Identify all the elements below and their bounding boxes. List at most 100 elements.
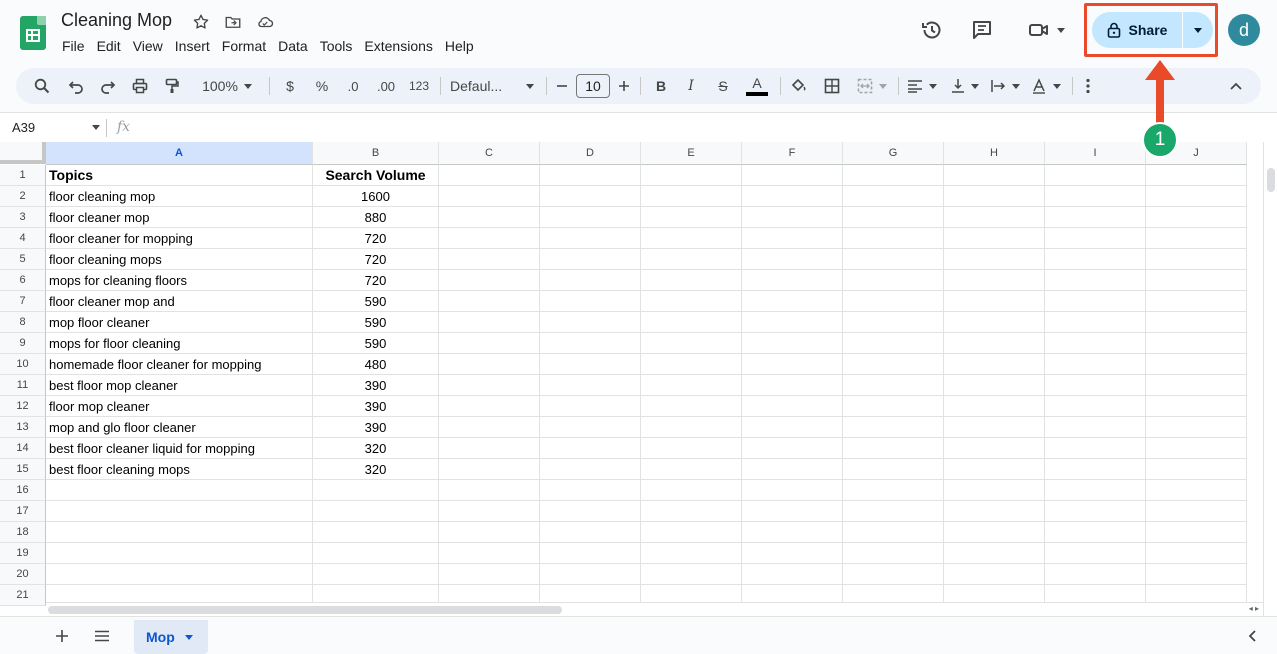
table-cell[interactable] — [944, 543, 1045, 564]
table-cell[interactable] — [540, 375, 641, 396]
table-cell[interactable]: mop and glo floor cleaner — [46, 417, 313, 438]
table-cell[interactable] — [1146, 375, 1247, 396]
table-cell[interactable] — [46, 543, 313, 564]
table-cell[interactable] — [944, 186, 1045, 207]
table-cell[interactable]: mop floor cleaner — [46, 312, 313, 333]
table-cell[interactable] — [1045, 291, 1146, 312]
explore-collapse-chevron-icon[interactable] — [1242, 626, 1262, 646]
table-cell[interactable] — [641, 375, 742, 396]
row-header-4[interactable]: 4 — [0, 228, 46, 249]
menu-extensions[interactable]: Extensions — [358, 37, 438, 55]
table-cell[interactable] — [1045, 417, 1146, 438]
row-header-21[interactable]: 21 — [0, 585, 46, 606]
version-history-icon[interactable] — [918, 16, 946, 44]
table-cell[interactable] — [944, 354, 1045, 375]
vertical-scroll-thumb[interactable] — [1267, 168, 1275, 192]
row-header-8[interactable]: 8 — [0, 312, 46, 333]
row-header-1[interactable]: 1 — [0, 165, 46, 186]
row-header-17[interactable]: 17 — [0, 501, 46, 522]
row-header-6[interactable]: 6 — [0, 270, 46, 291]
table-cell[interactable] — [944, 375, 1045, 396]
fill-color-icon[interactable] — [786, 72, 810, 100]
table-cell[interactable] — [641, 396, 742, 417]
table-cell[interactable]: 1600 — [313, 186, 439, 207]
horizontal-align-icon[interactable] — [904, 72, 940, 100]
table-cell[interactable] — [641, 270, 742, 291]
table-cell[interactable] — [439, 522, 540, 543]
menu-help[interactable]: Help — [439, 37, 480, 55]
table-cell[interactable] — [641, 186, 742, 207]
format-currency-button[interactable]: $ — [278, 72, 302, 100]
star-icon[interactable] — [191, 12, 211, 32]
table-cell[interactable] — [742, 186, 843, 207]
table-cell[interactable] — [742, 354, 843, 375]
table-cell[interactable]: floor mop cleaner — [46, 396, 313, 417]
table-cell[interactable] — [641, 249, 742, 270]
table-cell[interactable] — [1045, 228, 1146, 249]
table-cell[interactable] — [439, 438, 540, 459]
cloud-saved-icon[interactable] — [255, 12, 275, 32]
table-cell[interactable] — [843, 312, 944, 333]
row-header-12[interactable]: 12 — [0, 396, 46, 417]
table-cell[interactable] — [1146, 270, 1247, 291]
table-cell[interactable]: 320 — [313, 438, 439, 459]
column-header-b[interactable]: B — [313, 142, 439, 165]
table-cell[interactable] — [1045, 375, 1146, 396]
table-cell[interactable] — [1146, 333, 1247, 354]
table-cell[interactable] — [641, 522, 742, 543]
zoom-select[interactable]: 100% — [192, 72, 262, 100]
table-cell[interactable] — [313, 480, 439, 501]
font-family-select[interactable]: Defaul... — [450, 72, 534, 100]
table-cell[interactable] — [439, 270, 540, 291]
table-cell[interactable] — [540, 396, 641, 417]
decrease-decimal-button[interactable]: .0 — [340, 72, 366, 100]
row-header-14[interactable]: 14 — [0, 438, 46, 459]
table-cell[interactable] — [843, 186, 944, 207]
table-cell[interactable] — [1045, 165, 1146, 186]
table-cell[interactable] — [1146, 249, 1247, 270]
table-cell[interactable] — [641, 480, 742, 501]
row-header-2[interactable]: 2 — [0, 186, 46, 207]
table-cell[interactable] — [439, 564, 540, 585]
menu-tools[interactable]: Tools — [314, 37, 359, 55]
table-cell[interactable] — [540, 228, 641, 249]
table-cell[interactable]: 480 — [313, 354, 439, 375]
table-cell[interactable] — [1045, 312, 1146, 333]
table-cell[interactable] — [944, 438, 1045, 459]
table-cell[interactable] — [439, 459, 540, 480]
sheets-logo-icon[interactable] — [20, 16, 46, 50]
table-cell[interactable] — [641, 291, 742, 312]
table-cell[interactable]: 590 — [313, 291, 439, 312]
table-cell[interactable]: floor cleaning mop — [46, 186, 313, 207]
column-header-g[interactable]: G — [843, 142, 944, 165]
table-cell[interactable] — [439, 165, 540, 186]
table-cell[interactable] — [1146, 564, 1247, 585]
search-menus-icon[interactable] — [30, 72, 54, 100]
table-cell[interactable] — [540, 165, 641, 186]
table-cell[interactable] — [1146, 165, 1247, 186]
table-cell[interactable] — [1045, 354, 1146, 375]
table-cell[interactable] — [540, 459, 641, 480]
table-cell[interactable] — [944, 249, 1045, 270]
menu-file[interactable]: File — [56, 37, 91, 55]
table-cell[interactable] — [46, 564, 313, 585]
share-dropdown-button[interactable] — [1183, 12, 1213, 48]
menu-insert[interactable]: Insert — [169, 37, 216, 55]
table-cell[interactable]: mops for cleaning floors — [46, 270, 313, 291]
table-cell[interactable] — [540, 417, 641, 438]
row-header-9[interactable]: 9 — [0, 333, 46, 354]
table-cell[interactable] — [1045, 186, 1146, 207]
table-cell[interactable] — [46, 501, 313, 522]
menu-format[interactable]: Format — [216, 37, 272, 55]
table-cell[interactable] — [843, 522, 944, 543]
table-cell[interactable] — [1146, 480, 1247, 501]
table-cell[interactable] — [1146, 522, 1247, 543]
hide-menus-chevron-up-icon[interactable] — [1224, 72, 1248, 100]
row-header-20[interactable]: 20 — [0, 564, 46, 585]
more-options-icon[interactable] — [1078, 72, 1098, 100]
chevron-down-icon[interactable] — [92, 125, 100, 130]
table-cell[interactable] — [1045, 459, 1146, 480]
print-icon[interactable] — [128, 72, 152, 100]
table-cell[interactable] — [742, 207, 843, 228]
italic-button[interactable]: I — [680, 72, 702, 100]
